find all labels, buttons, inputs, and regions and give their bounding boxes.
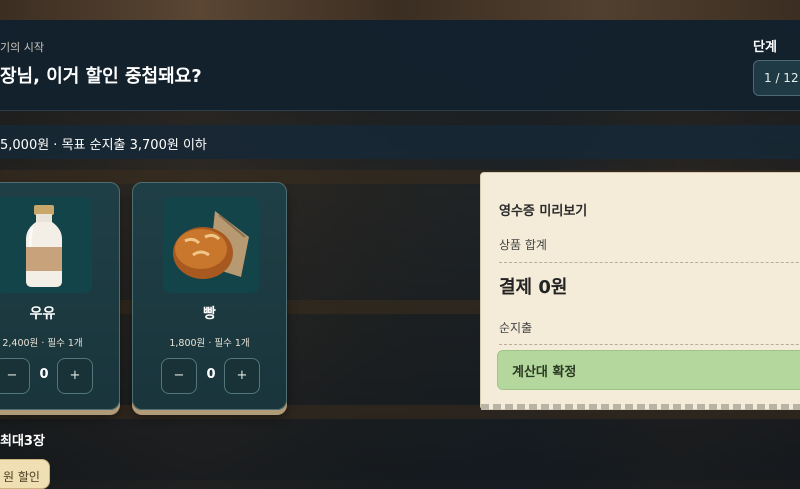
- chapter-label: 기의 시작: [0, 41, 44, 54]
- receipt-title: 영수증 미리보기: [499, 204, 588, 219]
- step-selector[interactable]: 1 / 12: [753, 60, 800, 96]
- receipt-divider: [499, 262, 800, 263]
- net-spend-label: 순지출: [499, 321, 533, 335]
- page-title: 장님, 이거 할인 중첩돼요?: [0, 66, 202, 87]
- coupon-label: 원 할인: [3, 470, 40, 484]
- decrease-button[interactable]: −: [0, 358, 30, 394]
- receipt-preview: 영수증 미리보기 상품 합계 결제 0원 순지출 계산대 확정: [480, 172, 800, 410]
- confirm-checkout-button[interactable]: 계산대 확정: [497, 350, 800, 390]
- budget-text: 5,000원 · 목표 순지출 3,700원 이하: [0, 138, 207, 153]
- coupon-chip[interactable]: 원 할인: [0, 459, 50, 489]
- quantity-value: 0: [39, 367, 49, 382]
- decrease-button[interactable]: −: [161, 358, 197, 394]
- subtotal-label: 상품 합계: [499, 238, 547, 252]
- product-card-bread: 빵 1,800원 · 필수 1개 − 0 +: [132, 182, 287, 410]
- increase-button[interactable]: +: [57, 358, 93, 394]
- product-name: 우유: [29, 306, 56, 322]
- product-name: 빵: [203, 306, 216, 322]
- increase-button[interactable]: +: [224, 358, 260, 394]
- step-label: 단계: [753, 40, 777, 55]
- receipt-divider: [499, 344, 800, 345]
- product-card-milk: 우유 2,400원 · 필수 1개 − 0 +: [0, 182, 120, 410]
- header-panel: 기의 시작 장님, 이거 할인 중첩돼요? 단계 1 / 12: [0, 20, 800, 111]
- bread-icon: [163, 197, 259, 293]
- payment-total: 결제 0원: [499, 277, 568, 298]
- product-price: 2,400원 · 필수 1개: [2, 338, 83, 349]
- step-value: 1 / 12: [764, 71, 799, 85]
- budget-bar: 5,000원 · 목표 순지출 3,700원 이하: [0, 125, 800, 159]
- quantity-value: 0: [206, 367, 216, 382]
- background-ceiling: [0, 0, 800, 20]
- coupon-section-title: 최대3장: [0, 434, 45, 449]
- product-price: 1,800원 · 필수 1개: [169, 338, 250, 349]
- receipt-torn-edge: [481, 404, 800, 410]
- milk-bottle-icon: [0, 197, 92, 293]
